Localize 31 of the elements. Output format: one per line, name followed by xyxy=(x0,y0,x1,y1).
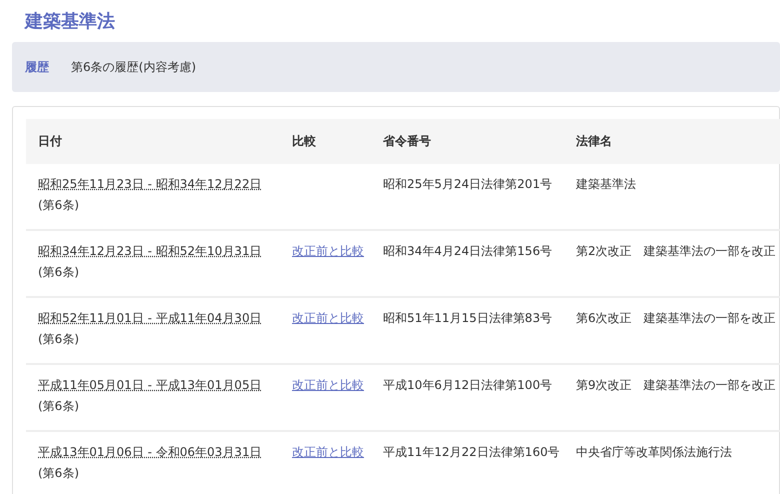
law-name: 第6次改正 建築基準法の一部を改正 xyxy=(576,311,776,325)
column-header: 比較 xyxy=(280,119,371,164)
law-number: 昭和25年5月24日法律第201号 xyxy=(383,177,552,191)
compare-link[interactable]: 改正前と比較 xyxy=(292,445,364,459)
law-name: 第2次改正 建築基準法の一部を改正 xyxy=(576,244,776,258)
date-range: 昭和52年11月01日 - 平成11年04月30日 xyxy=(38,311,262,325)
page-title: 建築基準法 xyxy=(25,10,115,34)
law-number: 平成10年6月12日法律第100号 xyxy=(383,378,552,392)
column-header: 日付 xyxy=(26,119,280,164)
law-number: 平成11年12月22日法律第160号 xyxy=(383,445,560,459)
compare-link[interactable]: 改正前と比較 xyxy=(292,378,364,392)
article-label: (第6条) xyxy=(38,465,80,482)
law-name: 中央省庁等改革関係法施行法 xyxy=(576,445,732,459)
compare-link[interactable]: 改正前と比較 xyxy=(292,244,364,258)
date-range: 昭和34年12月23日 - 昭和52年10月31日 xyxy=(38,244,262,258)
date-range: 平成13年01月06日 - 令和06年03月31日 xyxy=(38,445,262,459)
article-label: (第6条) xyxy=(38,398,80,415)
law-number: 昭和51年11月15日法律第83号 xyxy=(383,311,552,325)
law-name: 第9次改正 建築基準法の一部を改正 xyxy=(576,378,776,392)
article-label: (第6条) xyxy=(38,331,80,348)
law-number: 昭和34年4月24日法律第156号 xyxy=(383,244,552,258)
article-label: (第6条) xyxy=(38,264,80,281)
law-name: 建築基準法 xyxy=(576,177,636,191)
article-label: (第6条) xyxy=(38,197,80,214)
date-range: 平成11年05月01日 - 平成13年01月05日 xyxy=(38,378,262,392)
breadcrumb-text: 第6条の履歴(内容考慮) xyxy=(71,58,196,76)
column-header: 法律名 xyxy=(564,119,780,164)
column-header: 省令番号 xyxy=(371,119,564,164)
date-range: 昭和25年11月23日 - 昭和34年12月22日 xyxy=(38,177,262,191)
compare-link[interactable]: 改正前と比較 xyxy=(292,311,364,325)
breadcrumb-label: 履歴 xyxy=(25,58,49,76)
